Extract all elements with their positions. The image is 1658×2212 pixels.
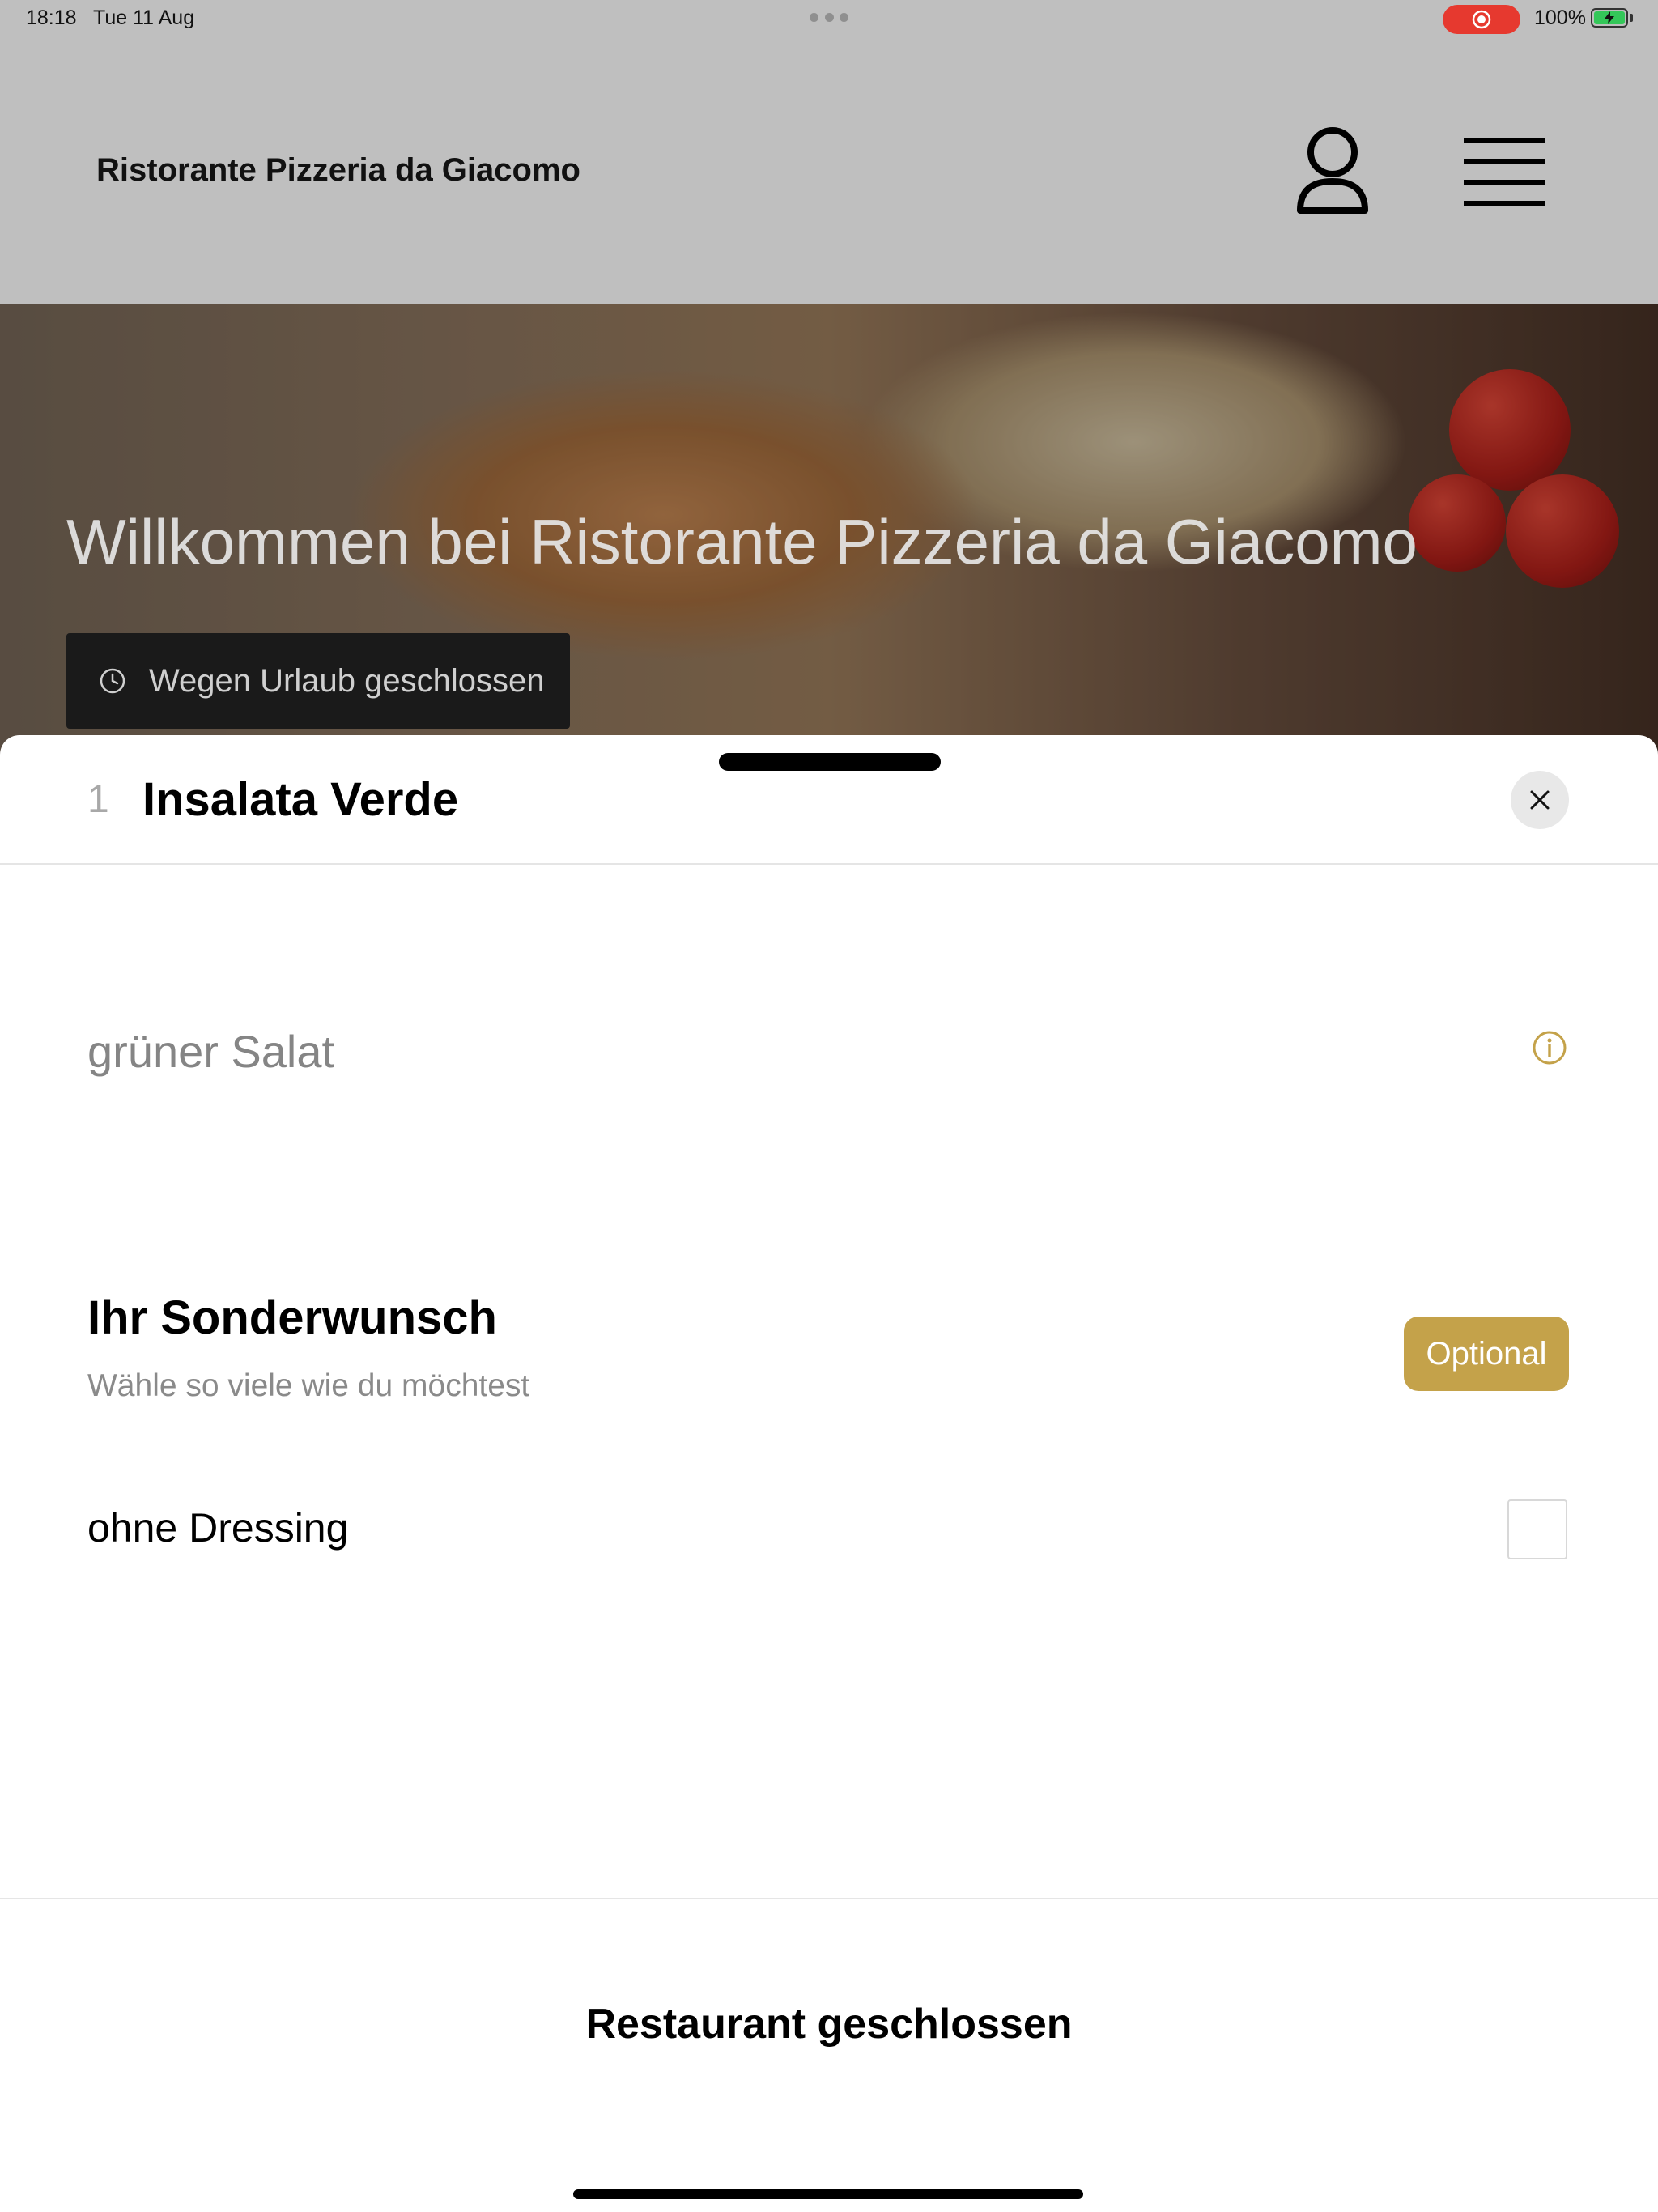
status-date: Tue 11 Aug xyxy=(93,6,195,29)
record-icon xyxy=(1472,10,1491,29)
closed-notice: Wegen Urlaub geschlossen xyxy=(66,633,570,729)
options-group-subtitle: Wähle so viele wie du möchtest xyxy=(87,1368,530,1403)
close-icon xyxy=(1530,790,1550,810)
multitasking-dots-icon[interactable] xyxy=(810,11,848,23)
clock-icon xyxy=(100,668,125,694)
battery-percentage: 100% xyxy=(1534,6,1586,29)
status-bar: 18:18 Tue 11 Aug 100% xyxy=(0,0,1658,39)
option-label[interactable]: ohne Dressing xyxy=(87,1504,348,1551)
home-indicator[interactable] xyxy=(573,2189,1083,2199)
restaurant-closed-status: Restaurant geschlossen xyxy=(585,2001,1073,2048)
footer-divider xyxy=(0,1898,1658,1899)
closed-notice-label: Wegen Urlaub geschlossen xyxy=(149,662,545,699)
header-divider xyxy=(0,863,1658,865)
battery-nub xyxy=(1630,14,1633,22)
close-button[interactable] xyxy=(1511,771,1569,829)
battery-icon xyxy=(1591,8,1628,28)
item-quantity: 1 xyxy=(87,778,109,821)
option-checkbox[interactable] xyxy=(1507,1499,1567,1559)
menu-button[interactable] xyxy=(1464,136,1545,207)
item-description: grüner Salat xyxy=(87,1026,335,1077)
status-time: 18:18 xyxy=(26,6,77,29)
account-button[interactable] xyxy=(1292,123,1373,220)
person-icon xyxy=(1297,127,1368,214)
site-header: 18:18 Tue 11 Aug 100% Ristorante Pizzeri… xyxy=(0,0,1658,304)
info-button[interactable] xyxy=(1532,1030,1567,1066)
product-sheet: 1 Insalata Verde grüner Salat Ihr Sonder… xyxy=(0,735,1658,2212)
screen-recording-indicator[interactable] xyxy=(1443,5,1520,34)
site-title[interactable]: Ristorante Pizzeria da Giacomo xyxy=(96,152,580,189)
charging-bolt-icon xyxy=(1605,11,1614,24)
hero-title: Willkommen bei Ristorante Pizzeria da Gi… xyxy=(66,506,1418,577)
hamburger-menu-icon xyxy=(1464,138,1545,206)
item-title: Insalata Verde xyxy=(142,773,459,826)
info-icon xyxy=(1533,1031,1567,1065)
sheet-grabber[interactable] xyxy=(719,753,941,771)
hero-banner: Willkommen bei Ristorante Pizzeria da Gi… xyxy=(0,304,1658,758)
options-group-title: Ihr Sonderwunsch xyxy=(87,1291,497,1344)
optional-badge: Optional xyxy=(1404,1317,1569,1391)
app-screen: 18:18 Tue 11 Aug 100% Ristorante Pizzeri… xyxy=(0,0,1658,2212)
